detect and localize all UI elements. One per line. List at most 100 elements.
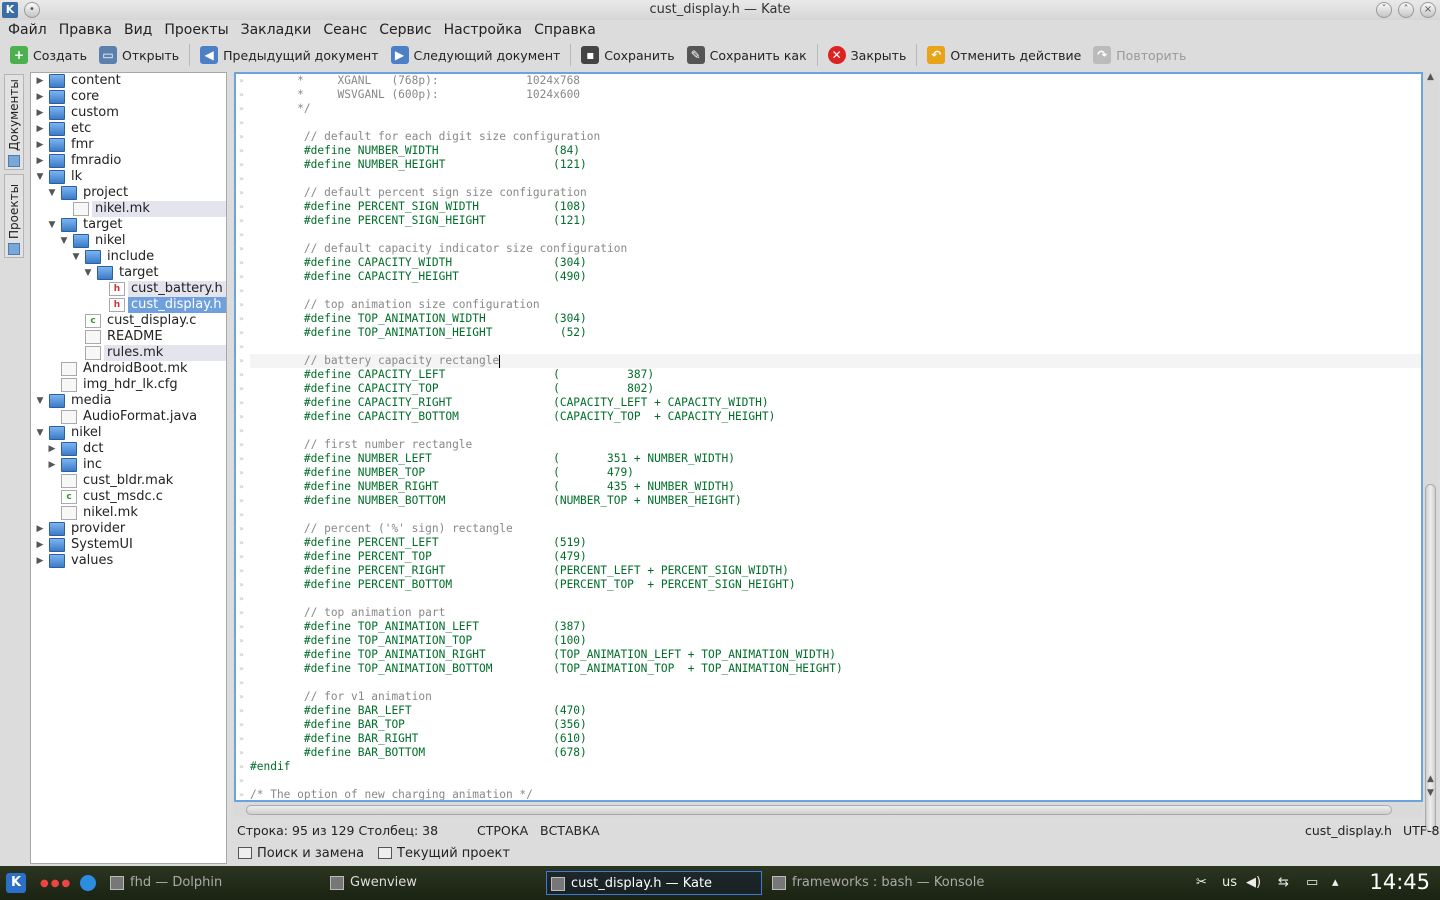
- tree-item[interactable]: ▶ values: [31, 553, 226, 569]
- vertical-scrollbar[interactable]: ▲ ▲ ▼: [1423, 72, 1438, 832]
- code-line[interactable]: »: [239, 116, 1421, 130]
- code-line[interactable]: » #define NUMBER_WIDTH (84): [239, 144, 1421, 158]
- code-line[interactable]: » #define NUMBER_TOP ( 479): [239, 466, 1421, 480]
- scroll-up-icon[interactable]: ▲: [1423, 72, 1438, 82]
- expand-arrow-icon[interactable]: ▼: [47, 217, 57, 233]
- browser-icon[interactable]: [80, 875, 96, 891]
- tree-item[interactable]: nikel.mk: [31, 201, 226, 217]
- menu-item[interactable]: Настройка: [438, 20, 529, 40]
- tree-item[interactable]: h cust_battery.h: [31, 281, 226, 297]
- open-button[interactable]: ▭ Открыть: [93, 42, 185, 68]
- selection-mode[interactable]: СТРОКА: [477, 820, 528, 842]
- menu-item[interactable]: Справка: [528, 20, 602, 40]
- code-line[interactable]: » // default percent sign size configura…: [239, 186, 1421, 200]
- code-line[interactable]: » #define TOP_ANIMATION_BOTTOM (TOP_ANIM…: [239, 662, 1421, 676]
- code-line[interactable]: » #define NUMBER_HEIGHT (121): [239, 158, 1421, 172]
- code-line[interactable]: » // first number rectangle: [239, 438, 1421, 452]
- code-line[interactable]: » // default for each digit size configu…: [239, 130, 1421, 144]
- tree-item[interactable]: AudioFormat.java: [31, 409, 226, 425]
- menu-item[interactable]: Сеанс: [317, 20, 373, 40]
- clock[interactable]: 14:45: [1369, 870, 1430, 894]
- tab-documents[interactable]: Документы: [4, 74, 24, 170]
- tree-item[interactable]: cust_bldr.mak: [31, 473, 226, 489]
- create-button[interactable]: + Создать: [4, 42, 93, 68]
- code-line[interactable]: »: [239, 676, 1421, 690]
- tree-item[interactable]: README: [31, 329, 226, 345]
- code-area[interactable]: » * XGANL (768p): 1024x768» * WSVGANL (6…: [239, 74, 1421, 800]
- task-dolphin[interactable]: fhd — Dolphin: [106, 871, 322, 895]
- code-line[interactable]: »: [239, 340, 1421, 354]
- code-line[interactable]: » #define CAPACITY_WIDTH (304): [239, 256, 1421, 270]
- task-gwenview[interactable]: Gwenview: [326, 871, 542, 895]
- tab-projects[interactable]: Проекты: [4, 174, 24, 258]
- code-line[interactable]: » // percent ('%' sign) rectangle: [239, 522, 1421, 536]
- code-line[interactable]: » #define NUMBER_RIGHT ( 435 + NUMBER_WI…: [239, 480, 1421, 494]
- code-line[interactable]: » #define BAR_LEFT (470): [239, 704, 1421, 718]
- tree-item[interactable]: rules.mk: [31, 345, 226, 361]
- code-line[interactable]: »: [239, 172, 1421, 186]
- collapse-arrow-icon[interactable]: ▶: [35, 537, 45, 553]
- volume-icon[interactable]: ◀): [1246, 875, 1261, 890]
- tree-item[interactable]: ▶ fmradio: [31, 153, 226, 169]
- collapse-arrow-icon[interactable]: ▶: [35, 137, 45, 153]
- undo-button[interactable]: ↶ Отменить действие: [921, 42, 1087, 68]
- code-line[interactable]: » #define TOP_ANIMATION_TOP (100): [239, 634, 1421, 648]
- tree-item[interactable]: h cust_display.h: [31, 297, 226, 313]
- tray-expand-icon[interactable]: ▴: [1332, 875, 1339, 890]
- collapse-arrow-icon[interactable]: ▶: [35, 553, 45, 569]
- code-line[interactable]: » * WSVGANL (600p): 1024x600: [239, 88, 1421, 102]
- collapse-arrow-icon[interactable]: ▶: [47, 441, 57, 457]
- expand-arrow-icon[interactable]: ▼: [59, 233, 69, 249]
- scroll-down-icon[interactable]: ▼: [1423, 788, 1438, 798]
- code-line[interactable]: » #define PERCENT_SIGN_WIDTH (108): [239, 200, 1421, 214]
- code-line[interactable]: » // top animation size configuration: [239, 298, 1421, 312]
- close-document-button[interactable]: ✕ Закрыть: [822, 42, 913, 68]
- keyboard-layout[interactable]: us: [1222, 875, 1237, 890]
- tree-item[interactable]: ▶ inc: [31, 457, 226, 473]
- input-mode[interactable]: ВСТАВКА: [540, 820, 600, 842]
- code-line[interactable]: » #define PERCENT_RIGHT (PERCENT_LEFT + …: [239, 564, 1421, 578]
- expand-arrow-icon[interactable]: ▼: [35, 393, 45, 409]
- tree-item[interactable]: ▶ core: [31, 89, 226, 105]
- tree-item[interactable]: ▼ target: [31, 265, 226, 281]
- next-document-button[interactable]: ▶ Следующий документ: [385, 42, 567, 68]
- tree-item[interactable]: nikel.mk: [31, 505, 226, 521]
- expand-arrow-icon[interactable]: ▼: [35, 169, 45, 185]
- tab-search-replace[interactable]: Поиск и замена: [234, 846, 364, 861]
- tree-item[interactable]: ▶ custom: [31, 105, 226, 121]
- code-line[interactable]: » // default capacity indicator size con…: [239, 242, 1421, 256]
- redo-button[interactable]: ↷ Повторить: [1087, 42, 1192, 68]
- collapse-arrow-icon[interactable]: ▶: [35, 521, 45, 537]
- code-line[interactable]: » /* The option of new charging animation…: [239, 788, 1421, 800]
- tree-item[interactable]: ▶ etc: [31, 121, 226, 137]
- kde-menu-icon[interactable]: K: [6, 873, 26, 893]
- network-icon[interactable]: ⇆: [1278, 875, 1289, 890]
- code-line[interactable]: » #define CAPACITY_BOTTOM (CAPACITY_TOP …: [239, 410, 1421, 424]
- code-editor[interactable]: » * XGANL (768p): 1024x768» * WSVGANL (6…: [234, 72, 1423, 802]
- expand-arrow-icon[interactable]: ▼: [71, 249, 81, 265]
- tree-item[interactable]: ▼ lk: [31, 169, 226, 185]
- collapse-arrow-icon[interactable]: ▶: [35, 121, 45, 137]
- code-line[interactable]: » #define CAPACITY_RIGHT (CAPACITY_LEFT …: [239, 396, 1421, 410]
- code-line[interactable]: » #define CAPACITY_TOP ( 802): [239, 382, 1421, 396]
- code-line[interactable]: » #define NUMBER_LEFT ( 351 + NUMBER_WID…: [239, 452, 1421, 466]
- collapse-arrow-icon[interactable]: ▶: [35, 153, 45, 169]
- tree-item[interactable]: AndroidBoot.mk: [31, 361, 226, 377]
- menu-item[interactable]: Сервис: [373, 20, 437, 40]
- code-line[interactable]: » */: [239, 102, 1421, 116]
- menu-item[interactable]: Правка: [53, 20, 118, 40]
- code-line[interactable]: » #define BAR_RIGHT (610): [239, 732, 1421, 746]
- tree-item[interactable]: ▼ include: [31, 249, 226, 265]
- tree-item[interactable]: c cust_display.c: [31, 313, 226, 329]
- close-window-button[interactable]: ×: [1420, 2, 1436, 18]
- minimize-button[interactable]: ˇ: [1376, 2, 1392, 18]
- code-line[interactable]: » #define TOP_ANIMATION_LEFT (387): [239, 620, 1421, 634]
- collapse-arrow-icon[interactable]: ▶: [35, 89, 45, 105]
- horizontal-scrollbar[interactable]: [234, 802, 1423, 818]
- tree-item[interactable]: ▶ SystemUI: [31, 537, 226, 553]
- code-line[interactable]: » #define PERCENT_BOTTOM (PERCENT_TOP + …: [239, 578, 1421, 592]
- expand-arrow-icon[interactable]: ▼: [83, 265, 93, 281]
- code-line[interactable]: » #define PERCENT_TOP (479): [239, 550, 1421, 564]
- tree-item[interactable]: ▼ nikel: [31, 425, 226, 441]
- expand-arrow-icon[interactable]: ▼: [47, 185, 57, 201]
